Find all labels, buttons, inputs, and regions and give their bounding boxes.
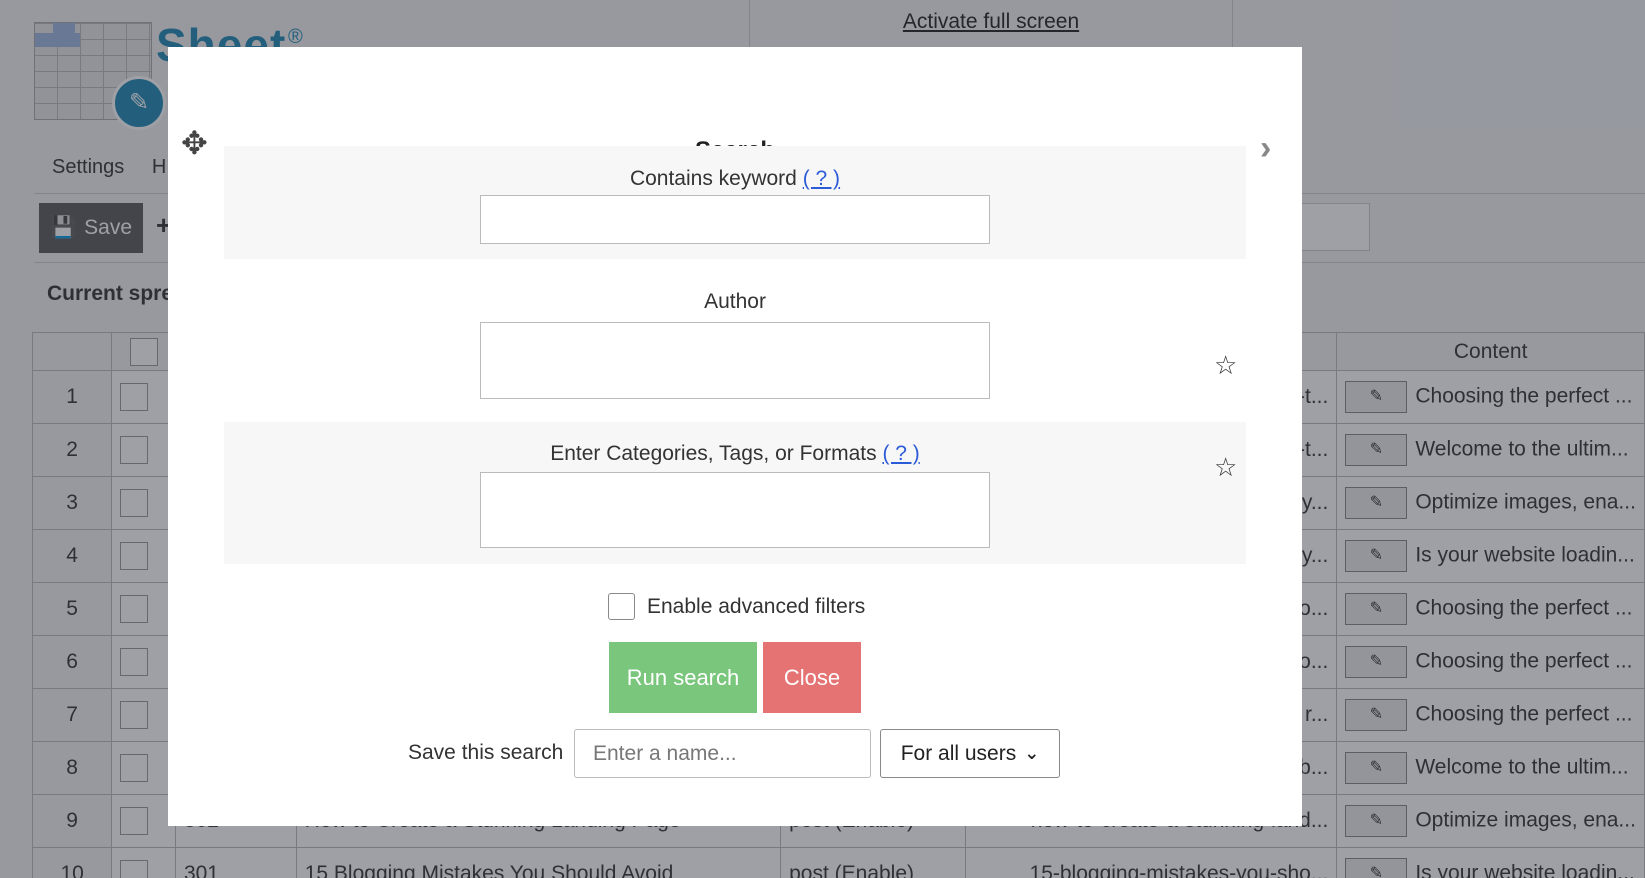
run-search-button[interactable]: Run search [609,642,757,713]
keyword-filter-block: Contains keyword ( ? ) [224,146,1246,259]
categories-input[interactable] [480,472,990,548]
categories-help-link[interactable]: ( ? ) [882,442,919,465]
categories-label-row: Enter Categories, Tags, or Formats ( ? ) [224,442,1246,466]
keyword-input[interactable] [480,195,990,244]
chevron-right-icon[interactable]: › [1260,131,1271,165]
advanced-filters-checkbox[interactable] [608,593,635,620]
author-input[interactable] [480,322,990,399]
advanced-filters-label: Enable advanced filters [647,594,866,618]
keyword-label: Contains keyword [629,167,797,190]
author-label: Author [704,290,766,313]
save-search-name-input[interactable] [574,729,871,778]
keyword-help-link[interactable]: ( ? ) [803,167,840,190]
author-filter-block: Author ☆ [224,259,1246,411]
categories-filter-block: Enter Categories, Tags, or Formats ( ? )… [224,422,1246,564]
search-modal: ✥ Search › Contains keyword ( ? ) Author… [168,47,1302,826]
close-button[interactable]: Close [763,642,861,713]
star-icon[interactable]: ☆ [1214,352,1237,378]
chevron-down-icon: ⌄ [1024,743,1040,763]
users-scope-select[interactable]: For all users ⌄ [880,729,1060,778]
advanced-filters-row: Enable advanced filters [608,593,865,620]
star-icon[interactable]: ☆ [1214,454,1237,480]
users-scope-value: For all users [900,741,1017,765]
categories-label: Enter Categories, Tags, or Formats [550,442,877,465]
keyword-label-row: Contains keyword ( ? ) [224,167,1246,191]
save-search-label: Save this search [408,741,564,764]
